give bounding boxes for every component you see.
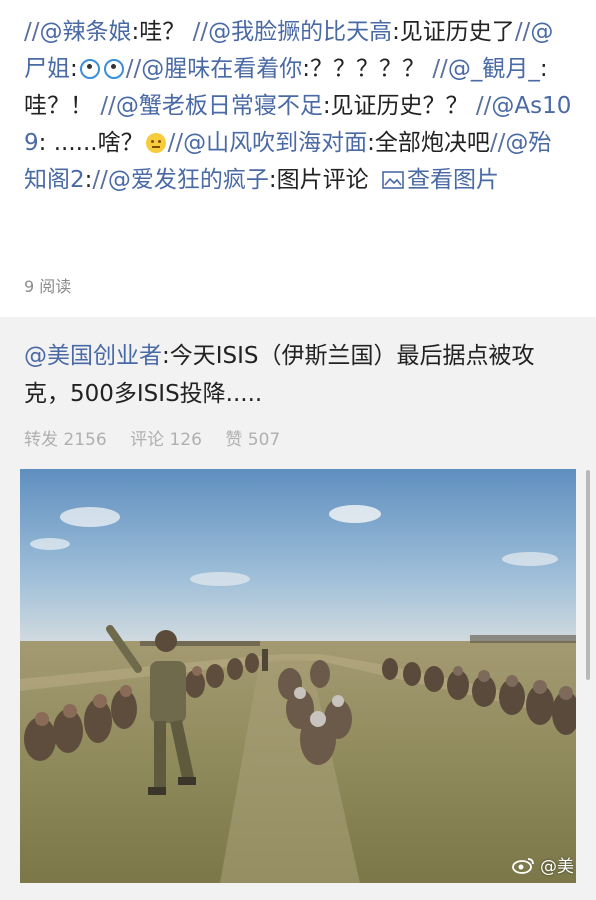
- read-count: 9 阅读: [24, 277, 72, 296]
- view-picture-label: 查看图片: [406, 167, 499, 193]
- rolling-eyes-emoji-icon: [79, 59, 100, 79]
- user-link[interactable]: @爱发狂的疯子: [108, 167, 269, 193]
- scrollbar[interactable]: [586, 470, 590, 680]
- user-link[interactable]: @我脸撅的比天高: [208, 19, 392, 45]
- repost-chain: //@辣条娘:哇？ //@我脸撅的比天高:见证历史了//@尸姐://@腥味在看着…: [24, 19, 572, 193]
- comment-text: :哇？: [131, 19, 186, 45]
- weibo-repost-page: //@辣条娘:哇？ //@我脸撅的比天高:见证历史了//@尸姐://@腥味在看着…: [0, 0, 596, 900]
- user-link[interactable]: @蟹老板日常寝不足: [116, 93, 323, 119]
- thinking-emoji-icon: [145, 133, 166, 153]
- rolling-eyes-emoji-icon: [103, 59, 124, 79]
- watermark-text: @美: [540, 857, 574, 877]
- comment-text: :全部炮决吧: [367, 130, 490, 156]
- image-icon: [382, 171, 404, 189]
- user-link[interactable]: @辣条娘: [40, 19, 132, 45]
- user-link[interactable]: @_観月_: [448, 56, 540, 82]
- repost-count[interactable]: 转发 2156: [24, 430, 107, 450]
- like-count[interactable]: 赞 507: [225, 430, 280, 450]
- user-link[interactable]: @山风吹到海对面: [183, 130, 367, 156]
- comment-text: :: [70, 56, 78, 82]
- image-watermark: @美: [512, 852, 574, 877]
- original-author-link[interactable]: @美国创业者: [24, 343, 162, 369]
- post-image[interactable]: @美: [20, 469, 576, 883]
- desert-surrender-photo: [20, 469, 576, 883]
- original-post-text: @美国创业者:今天ISIS（伊斯兰国）最后据点被攻克，500多ISIS投降...…: [24, 337, 572, 413]
- original-post-card[interactable]: @美国创业者:今天ISIS（伊斯兰国）最后据点被攻克，500多ISIS投降...…: [0, 317, 596, 900]
- comment-text: :？？？？？: [302, 56, 425, 82]
- comment-text: :见证历史？？: [322, 93, 469, 119]
- user-link[interactable]: @腥味在看着你: [141, 56, 302, 82]
- comment-text: :图片评论: [268, 167, 369, 193]
- post-stats: 转发 2156 评论 126 赞 507: [24, 425, 298, 450]
- comment-count[interactable]: 评论 126: [130, 430, 202, 450]
- weibo-logo-icon: [512, 857, 534, 874]
- view-picture-link[interactable]: 查看图片: [376, 167, 499, 193]
- comment-text: :见证历史了: [392, 19, 515, 45]
- comment-text: : ......啥？: [38, 130, 144, 156]
